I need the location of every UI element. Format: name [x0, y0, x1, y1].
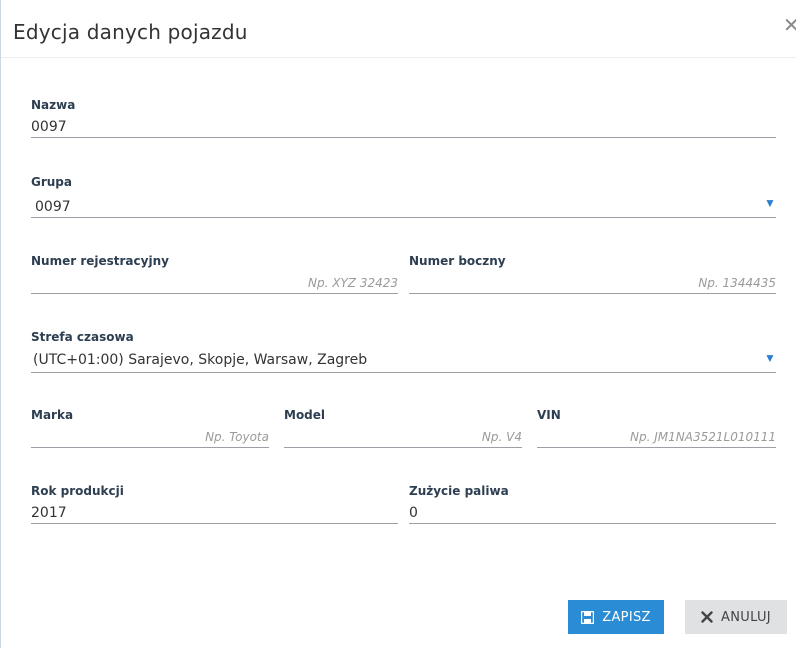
make-field: Marka: [31, 408, 269, 450]
production-year-input[interactable]: [31, 502, 398, 524]
registration-input[interactable]: [31, 272, 398, 294]
make-label: Marka: [31, 408, 74, 422]
group-select-value[interactable]: 0097: [35, 199, 71, 215]
model-label: Model: [284, 408, 326, 422]
timezone-label: Strefa czasowa: [31, 330, 134, 344]
side-number-input[interactable]: [409, 272, 776, 294]
timezone-select-underline: [31, 372, 776, 373]
registration-label: Numer rejestracyjny: [31, 254, 169, 268]
group-dropdown-arrow-icon[interactable]: ▼: [764, 197, 776, 209]
model-field: Model: [284, 408, 522, 450]
timezone-select-value[interactable]: (UTC+01:00) Sarajevo, Skopje, Warsaw, Za…: [33, 352, 367, 368]
close-icon[interactable]: ✕: [783, 16, 796, 36]
save-button[interactable]: ZAPISZ: [568, 600, 664, 634]
timezone-dropdown-arrow-icon[interactable]: ▼: [764, 352, 776, 364]
production-year-label: Rok produkcji: [31, 484, 124, 498]
save-button-label: ZAPISZ: [602, 609, 651, 625]
name-input[interactable]: [31, 116, 776, 138]
group-field: Grupa 0097 ▼: [31, 175, 776, 219]
vin-label: VIN: [537, 408, 561, 422]
model-input[interactable]: [284, 426, 522, 448]
production-year-field: Rok produkcji: [31, 484, 398, 526]
cancel-button-label: ANULUJ: [721, 609, 771, 625]
fuel-consumption-label: Zużycie paliwa: [409, 484, 509, 498]
vin-field: VIN: [537, 408, 776, 450]
dialog-title: Edycja danych pojazdu: [13, 20, 248, 44]
cancel-button[interactable]: ANULUJ: [685, 600, 787, 634]
name-field: Nazwa: [31, 98, 776, 140]
edit-vehicle-dialog: Edycja danych pojazdu ✕ Nazwa Grupa 0097…: [0, 0, 796, 648]
dialog-header: Edycja danych pojazdu ✕: [1, 0, 796, 58]
close-icon: [701, 611, 713, 623]
side-number-field: Numer boczny: [409, 254, 776, 296]
make-input[interactable]: [31, 426, 269, 448]
group-label: Grupa: [31, 175, 72, 189]
name-label: Nazwa: [31, 98, 76, 112]
group-select-underline: [31, 217, 776, 218]
timezone-field: Strefa czasowa (UTC+01:00) Sarajevo, Sko…: [31, 330, 776, 374]
side-number-label: Numer boczny: [409, 254, 506, 268]
fuel-consumption-field: Zużycie paliwa: [409, 484, 776, 526]
registration-field: Numer rejestracyjny: [31, 254, 398, 296]
fuel-consumption-input[interactable]: [409, 502, 776, 524]
floppy-disk-icon: [581, 610, 595, 624]
vin-input[interactable]: [537, 426, 776, 448]
